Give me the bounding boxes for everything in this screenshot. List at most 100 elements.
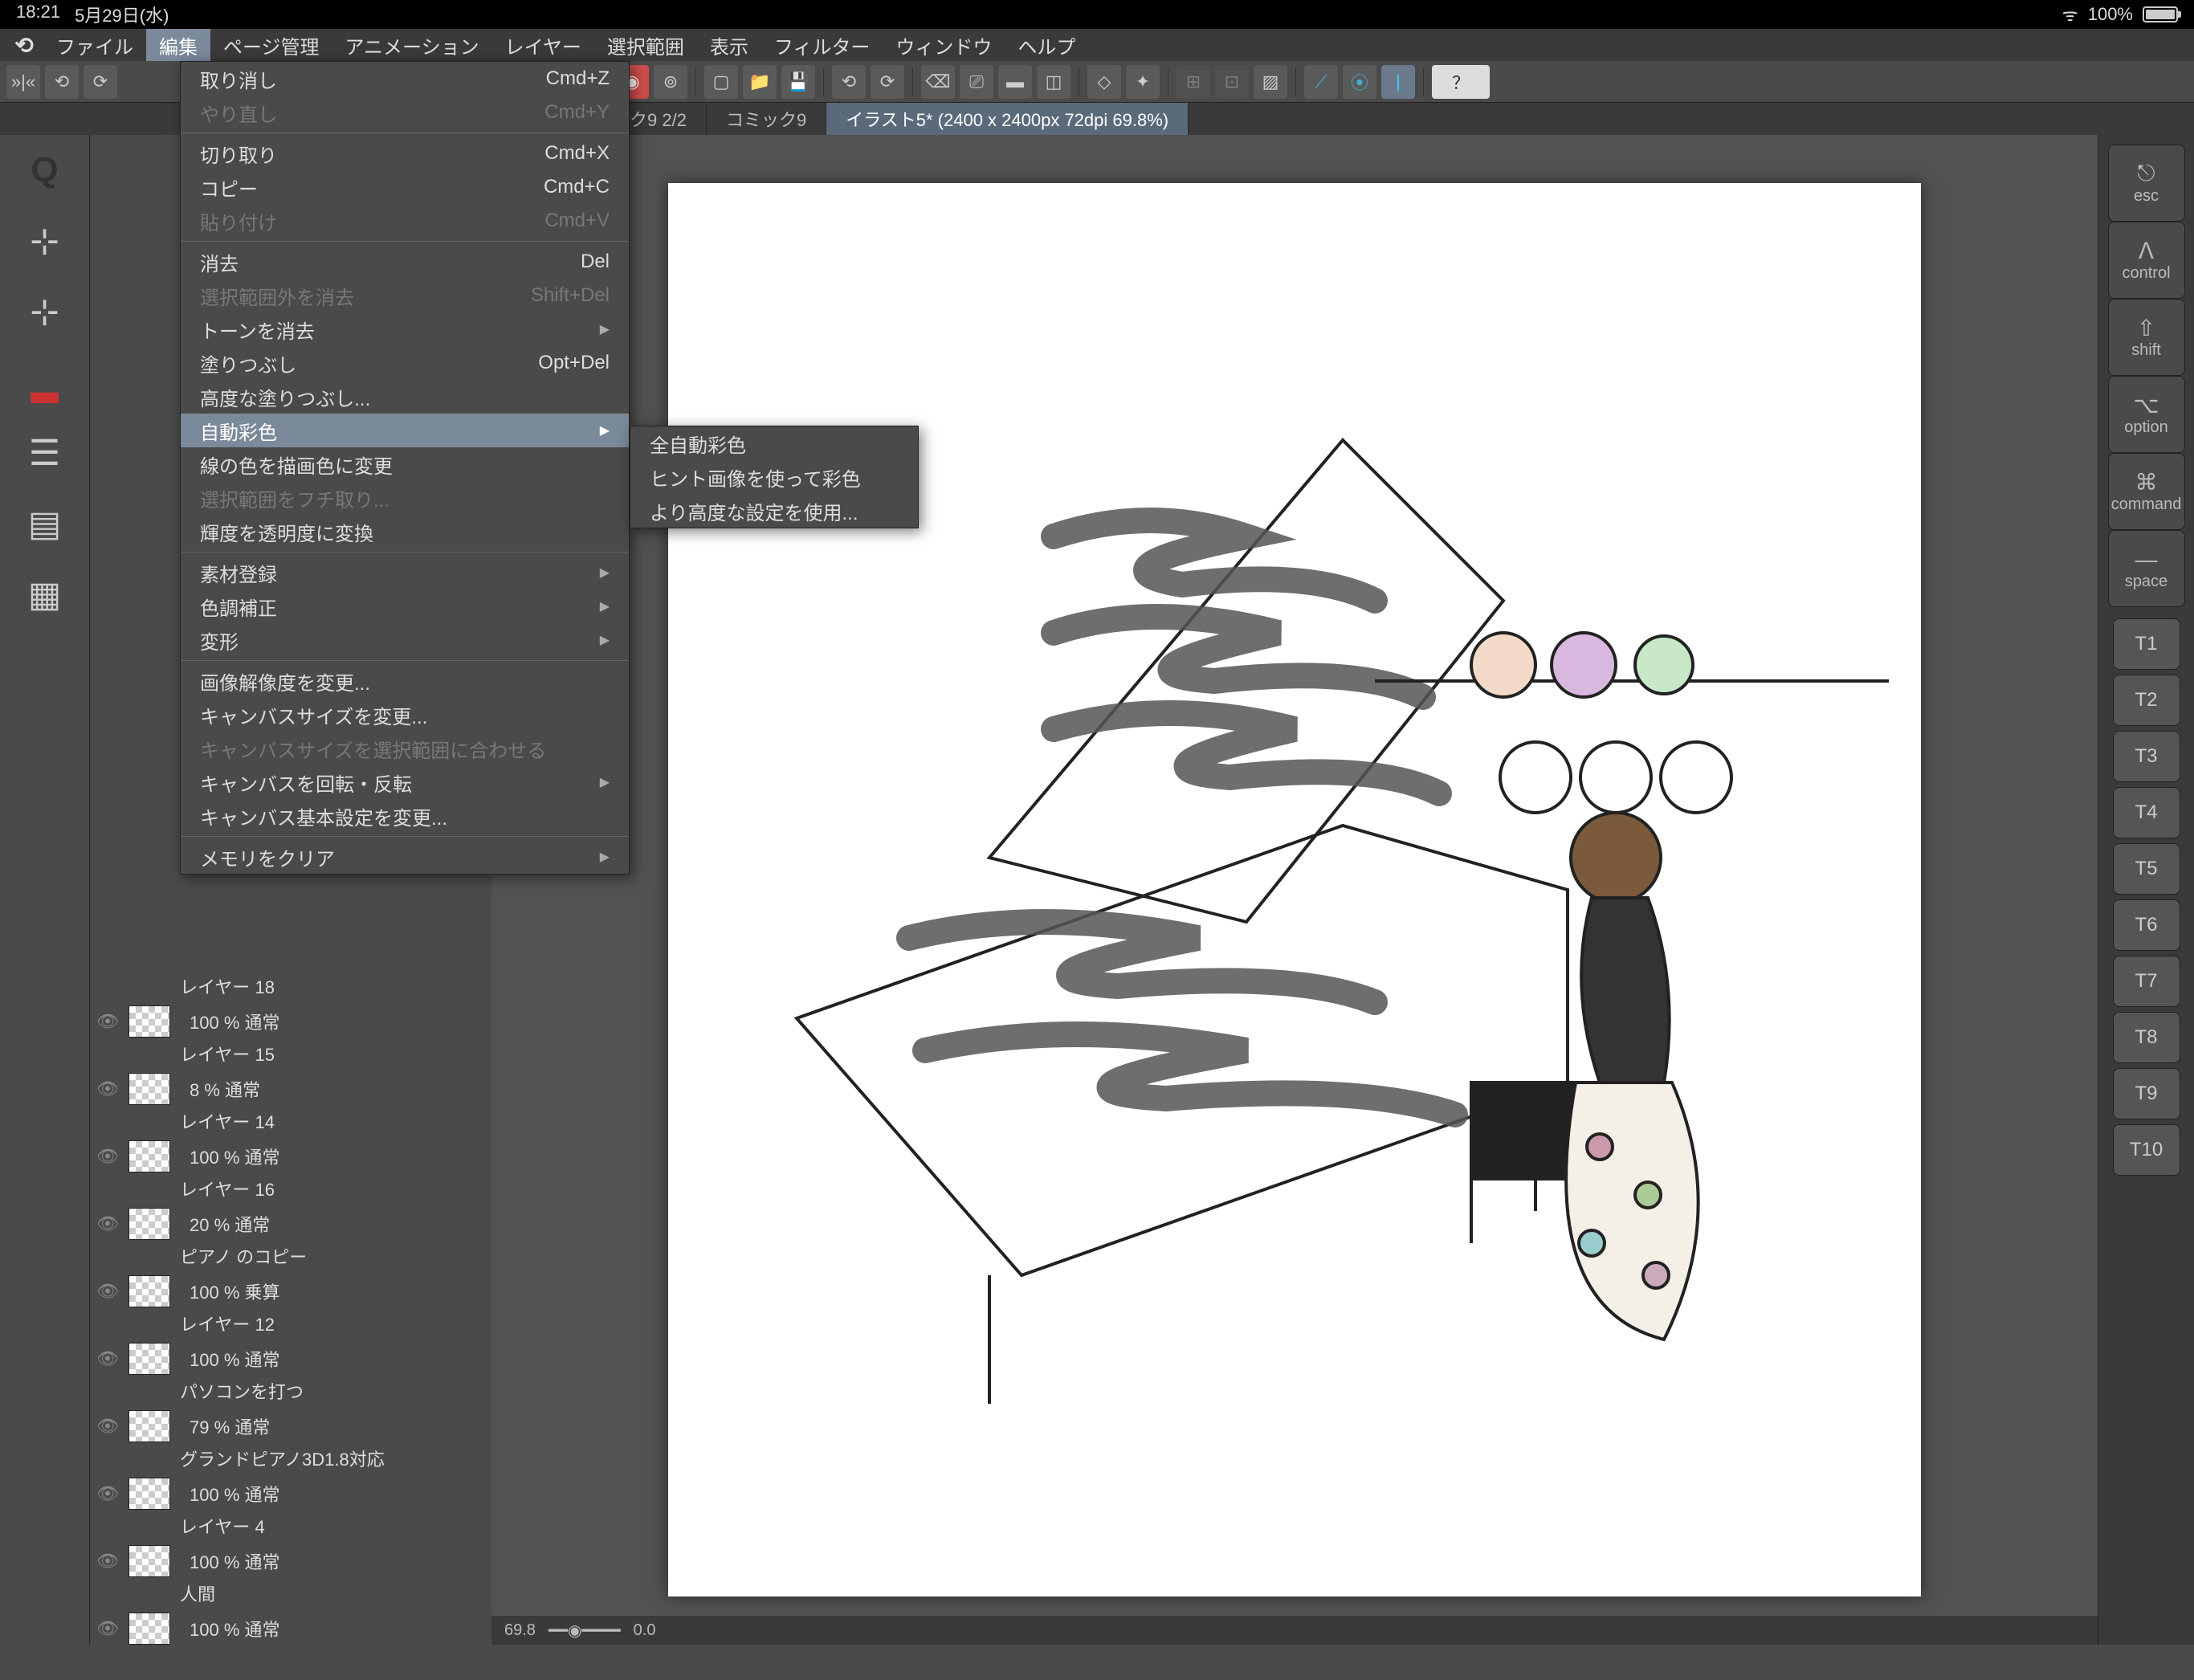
tool-brush-icon[interactable]: ▂ xyxy=(19,357,71,408)
submenu-item-より高度な設定を使用...[interactable]: より高度な設定を使用... xyxy=(630,494,918,528)
layer-row[interactable]: レイヤー 16 xyxy=(90,1172,491,1205)
tkey-T8[interactable]: T8 xyxy=(2113,1012,2180,1063)
app-logo-icon[interactable]: ⟲ xyxy=(5,29,43,61)
menu-item-切り取り[interactable]: 切り取りCmd+X xyxy=(181,137,629,170)
layer-thumbnail[interactable] xyxy=(128,1073,170,1105)
modkey-control[interactable]: ᐱcontrol xyxy=(2108,222,2185,299)
toolbar-crop-icon[interactable]: ◫ xyxy=(1037,65,1070,99)
menu-表示[interactable]: 表示 xyxy=(697,29,761,61)
tkey-T7[interactable]: T7 xyxy=(2113,956,2180,1007)
menu-ヘルプ[interactable]: ヘルプ xyxy=(1005,29,1088,61)
layer-row[interactable]: レイヤー 12 xyxy=(90,1307,491,1340)
layer-visibility-icon[interactable]: 👁 xyxy=(96,1281,119,1302)
tool-color-icon[interactable]: ▤ xyxy=(19,498,71,549)
toolbar-help-icon[interactable]: ？ xyxy=(1432,65,1490,99)
layer-visibility-icon[interactable]: 👁 xyxy=(96,1483,119,1504)
menu-レイヤー[interactable]: レイヤー xyxy=(492,29,594,61)
toolbar-ruler3-icon[interactable]: | xyxy=(1381,65,1415,99)
toolbar-fill-icon[interactable]: ▬ xyxy=(998,65,1032,99)
tkey-T2[interactable]: T2 xyxy=(2113,675,2180,726)
layer-thumbnail[interactable] xyxy=(128,1005,170,1038)
menu-item-メモリをクリア[interactable]: メモリをクリア xyxy=(181,840,629,874)
tkey-T6[interactable]: T6 xyxy=(2113,899,2180,951)
toolbar-ruler2-icon[interactable]: ⦿ xyxy=(1343,65,1376,99)
tool-layer-icon[interactable]: ☰ xyxy=(19,427,71,479)
layer-row[interactable]: レイヤー 18 xyxy=(90,970,491,1002)
layer-thumbnail[interactable] xyxy=(128,1208,170,1240)
toolbar-redo2-icon[interactable]: ⟳ xyxy=(871,65,904,99)
tkey-T9[interactable]: T9 xyxy=(2113,1068,2180,1119)
menu-item-色調補正[interactable]: 色調補正 xyxy=(181,589,629,623)
layer-row[interactable]: グランドピアノ3D1.8対応 xyxy=(90,1442,491,1474)
layer-thumbnail[interactable] xyxy=(128,1613,170,1645)
menu-ページ管理[interactable]: ページ管理 xyxy=(210,29,332,61)
toolbar-undo2-icon[interactable]: ⟲ xyxy=(832,65,866,99)
layer-row[interactable]: レイヤー 15 xyxy=(90,1038,491,1070)
tkey-T1[interactable]: T1 xyxy=(2113,618,2180,670)
menu-item-消去[interactable]: 消去Del xyxy=(181,245,629,279)
layer-row[interactable] xyxy=(90,1645,491,1677)
layer-visibility-icon[interactable]: 👁 xyxy=(96,1618,119,1639)
layer-row[interactable]: パソコンを打つ xyxy=(90,1375,491,1407)
menu-item-輝度を透明度に変換[interactable]: 輝度を透明度に変換 xyxy=(181,515,629,548)
toolbar-ruler1-icon[interactable]: ⟋ xyxy=(1304,65,1338,99)
toolbar-snap1-icon[interactable]: ⊞ xyxy=(1177,65,1210,99)
layer-thumbnail[interactable] xyxy=(128,1478,170,1510)
toolbar-3d-icon[interactable]: ✦ xyxy=(1126,65,1160,99)
modkey-option[interactable]: ⌥option xyxy=(2108,376,2185,453)
layer-visibility-icon[interactable]: 👁 xyxy=(96,1146,119,1167)
menu-item-素材登録[interactable]: 素材登録 xyxy=(181,556,629,589)
toolbar-undo-icon[interactable]: ⟲ xyxy=(45,65,79,99)
menu-item-線の色を描画色に変更[interactable]: 線の色を描画色に変更 xyxy=(181,447,629,481)
layer-row[interactable]: ピアノ のコピー xyxy=(90,1240,491,1272)
tool-subtool1-icon[interactable]: ⊹ xyxy=(19,215,71,267)
menu-item-トーンを消去[interactable]: トーンを消去 xyxy=(181,312,629,346)
layer-thumbnail[interactable] xyxy=(128,1410,170,1442)
tkey-T3[interactable]: T3 xyxy=(2113,731,2180,782)
layer-thumbnail[interactable] xyxy=(128,1275,170,1307)
layer-row[interactable]: レイヤー 4 xyxy=(90,1510,491,1542)
tool-subtool2-icon[interactable]: ⊹ xyxy=(19,286,71,337)
layer-visibility-icon[interactable]: 👁 xyxy=(96,1416,119,1437)
layer-row[interactable]: レイヤー 14 xyxy=(90,1105,491,1137)
layer-visibility-icon[interactable]: 👁 xyxy=(96,1213,119,1234)
modkey-shift[interactable]: ⇧shift xyxy=(2108,299,2185,376)
menu-item-取り消し[interactable]: 取り消しCmd+Z xyxy=(181,62,629,96)
menu-編集[interactable]: 編集 xyxy=(146,29,210,61)
layer-visibility-icon[interactable]: 👁 xyxy=(96,1348,119,1369)
menu-item-画像解像度を変更...[interactable]: 画像解像度を変更... xyxy=(181,664,629,698)
menu-item-コピー[interactable]: コピーCmd+C xyxy=(181,170,629,204)
layer-thumbnail[interactable] xyxy=(128,1140,170,1172)
modkey-command[interactable]: ⌘command xyxy=(2108,453,2185,530)
menu-item-変形[interactable]: 変形 xyxy=(181,623,629,657)
toolbar-snap2-icon[interactable]: ⊡ xyxy=(1215,65,1249,99)
doc-tab[interactable]: コミック9 xyxy=(707,103,826,135)
toolbar-transform-icon[interactable]: ◇ xyxy=(1087,65,1121,99)
modkey-space[interactable]: —space xyxy=(2108,530,2185,607)
submenu-item-ヒント画像を使って彩色[interactable]: ヒント画像を使って彩色 xyxy=(630,460,918,494)
menu-item-キャンバスサイズを変更...[interactable]: キャンバスサイズを変更... xyxy=(181,698,629,732)
layer-row[interactable]: 人間 xyxy=(90,1577,491,1609)
toolbar-spiral-icon[interactable]: ⊚ xyxy=(654,65,687,99)
menu-アニメーション[interactable]: アニメーション xyxy=(332,29,492,61)
toolbar-redo-icon[interactable]: ⟳ xyxy=(84,65,117,99)
toolbar-snap3-icon[interactable]: ▨ xyxy=(1254,65,1287,99)
menu-item-自動彩色[interactable]: 自動彩色 xyxy=(181,414,629,447)
doc-tab[interactable]: イラスト5* (2400 x 2400px 72dpi 69.8%) xyxy=(826,103,1189,135)
layer-visibility-icon[interactable]: 👁 xyxy=(96,1079,119,1099)
toolbar-delete-icon[interactable]: ⌫ xyxy=(921,65,955,99)
menu-フィルター[interactable]: フィルター xyxy=(761,29,883,61)
toolbar-open-icon[interactable]: 📁 xyxy=(743,65,777,99)
modkey-esc[interactable]: ⎋esc xyxy=(2108,145,2185,222)
layer-thumbnail[interactable] xyxy=(128,1343,170,1375)
tool-image-icon[interactable]: ▦ xyxy=(19,569,71,620)
layer-thumbnail[interactable] xyxy=(128,1545,170,1577)
menu-ファイル[interactable]: ファイル xyxy=(43,29,146,61)
menu-item-キャンバス基本設定を変更...[interactable]: キャンバス基本設定を変更... xyxy=(181,799,629,833)
tkey-T5[interactable]: T5 xyxy=(2113,843,2180,895)
toolbar-new-icon[interactable]: ▢ xyxy=(704,65,738,99)
tkey-T10[interactable]: T10 xyxy=(2113,1124,2180,1176)
layer-visibility-icon[interactable]: 👁 xyxy=(96,1551,119,1572)
toolbar-expand-icon[interactable]: »|« xyxy=(6,65,40,99)
menu-ウィンドウ[interactable]: ウィンドウ xyxy=(883,29,1005,61)
